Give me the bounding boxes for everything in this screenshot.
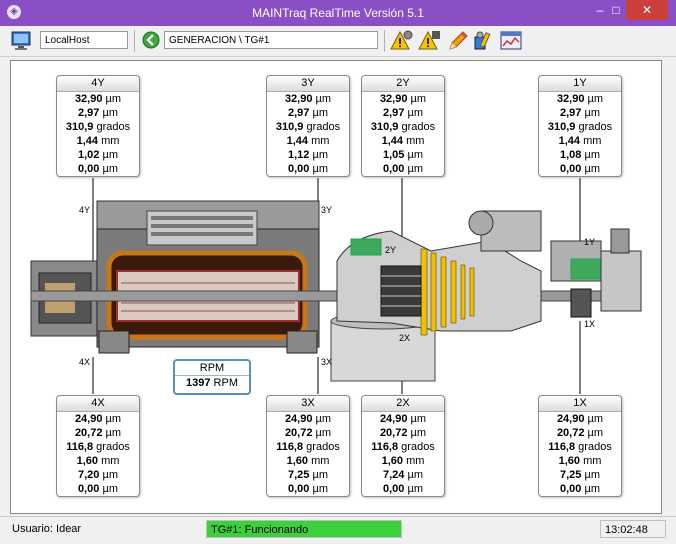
sensor-value-row: 2,97 µm xyxy=(288,107,328,119)
sensor-value-row: 1,44 mm xyxy=(286,135,330,147)
probe-label-1Y: 1Y xyxy=(584,237,596,247)
sensor-value-row: 1,02 µm xyxy=(78,149,118,161)
sensor-value-row: 24,90 µm xyxy=(556,413,604,425)
sensor-value-row: 24,90 µm xyxy=(74,413,122,425)
sensor-value-row: 310,9 grados xyxy=(370,121,436,133)
sensor-value-row: 1,60 mm xyxy=(558,455,602,467)
sensor-value-row: 1,60 mm xyxy=(76,455,120,467)
sensor-title: 4X xyxy=(57,396,139,412)
probe-label-4Y: 4Y xyxy=(79,205,91,215)
sensor-box-2X[interactable]: 2X 24,90 µm 20,72 µm 116,8 grados 1,60 m… xyxy=(361,395,445,497)
sensor-value-row: 116,8 grados xyxy=(276,441,340,453)
sensor-box-4Y[interactable]: 4Y 32,90 µm 2,97 µm 310,9 grados 1,44 mm… xyxy=(56,75,140,177)
warning-config-icon[interactable] xyxy=(418,29,442,53)
sensor-value-row: 116,8 grados xyxy=(548,441,612,453)
sensor-value-row: 20,72 µm xyxy=(284,427,332,439)
sensor-value-row: 310,9 grados xyxy=(547,121,613,133)
sensor-box-4X[interactable]: 4X 24,90 µm 20,72 µm 116,8 grados 1,60 m… xyxy=(56,395,140,497)
sensor-box-2Y[interactable]: 2Y 32,90 µm 2,97 µm 310,9 grados 1,44 mm… xyxy=(361,75,445,177)
sensor-title: 4Y xyxy=(57,76,139,92)
rpm-label: RPM xyxy=(175,361,249,376)
sensor-value-row: 2,97 µm xyxy=(78,107,118,119)
sensor-value-row: 20,72 µm xyxy=(379,427,427,439)
window-title: MAINTraq RealTime Versión 5.1 xyxy=(252,6,424,20)
sensor-value-row: 0,00 µm xyxy=(560,483,600,495)
sensor-value-row: 24,90 µm xyxy=(284,413,332,425)
toolbar-separator xyxy=(134,30,135,52)
sensor-value-row: 7,20 µm xyxy=(78,469,118,481)
machine-panel: 4Y 3Y 2Y 1Y 4X 3X 2X 1X 4Y 32,90 µm 2,97… xyxy=(10,60,662,514)
maximize-button[interactable]: □ xyxy=(604,0,628,20)
chart-window-icon[interactable] xyxy=(500,30,524,52)
sensor-value-row: 1,60 mm xyxy=(381,455,425,467)
sensor-value-row: 24,90 µm xyxy=(379,413,427,425)
sensor-title: 3Y xyxy=(267,76,349,92)
sensor-value-row: 20,72 µm xyxy=(74,427,122,439)
sensor-title: 3X xyxy=(267,396,349,412)
sensor-value-row: 32,90 µm xyxy=(284,93,332,105)
status-machine: TG#1: Funcionando xyxy=(206,520,402,538)
probe-label-2Y: 2Y xyxy=(385,245,397,255)
sensor-title: 1X xyxy=(539,396,621,412)
toolbar-separator xyxy=(384,30,385,52)
sensor-title: 2Y xyxy=(362,76,444,92)
host-field[interactable]: LocalHost xyxy=(40,31,128,49)
close-button[interactable]: ✕ xyxy=(626,0,668,20)
sensor-value-row: 32,90 µm xyxy=(379,93,427,105)
sensor-box-1X[interactable]: 1X 24,90 µm 20,72 µm 116,8 grados 1,60 m… xyxy=(538,395,622,497)
sensor-box-1Y[interactable]: 1Y 32,90 µm 2,97 µm 310,9 grados 1,44 mm… xyxy=(538,75,622,177)
sensor-value-row: 20,72 µm xyxy=(556,427,604,439)
sensor-value-row: 0,00 µm xyxy=(560,163,600,175)
sensor-value-row: 7,25 µm xyxy=(288,469,328,481)
sensor-value-row: 32,90 µm xyxy=(556,93,604,105)
status-user: Usuario: Idear xyxy=(12,523,82,535)
computer-icon[interactable] xyxy=(10,29,34,53)
sensor-value-row: 0,00 µm xyxy=(288,163,328,175)
probe-label-3Y: 3Y xyxy=(321,205,333,215)
rpm-box[interactable]: RPM 1397 RPM xyxy=(173,359,251,395)
rpm-value: 1397 RPM xyxy=(186,377,238,389)
path-field[interactable]: GENERACION \ TG#1 xyxy=(164,31,378,49)
status-bar: Usuario: Idear TG#1: Funcionando 13:02:4… xyxy=(0,516,676,544)
probe-label-1X: 1X xyxy=(584,319,596,329)
sensor-value-row: 7,25 µm xyxy=(560,469,600,481)
sensor-value-row: 1,05 µm xyxy=(383,149,423,161)
sensor-value-row: 7,24 µm xyxy=(383,469,423,481)
toolbar: LocalHost GENERACION \ TG#1 xyxy=(0,26,676,57)
sensor-value-row: 2,97 µm xyxy=(383,107,423,119)
title-bar: ◈ MAINTraq RealTime Versión 5.1 – □ ✕ xyxy=(0,0,676,26)
status-time: 13:02:48 xyxy=(600,520,666,538)
sensor-value-row: 1,44 mm xyxy=(381,135,425,147)
probe-label-2X: 2X xyxy=(399,333,411,343)
sensor-value-row: 310,9 grados xyxy=(65,121,131,133)
sensor-box-3Y[interactable]: 3Y 32,90 µm 2,97 µm 310,9 grados 1,44 mm… xyxy=(266,75,350,177)
sensor-value-row: 310,9 grados xyxy=(275,121,341,133)
sensor-value-row: 1,08 µm xyxy=(560,149,600,161)
sensor-value-row: 0,00 µm xyxy=(78,483,118,495)
pencil-icon[interactable] xyxy=(446,29,470,53)
sensor-value-row: 32,90 µm xyxy=(74,93,122,105)
sensor-value-row: 0,00 µm xyxy=(78,163,118,175)
sensor-title: 1Y xyxy=(539,76,621,92)
tools-icon[interactable] xyxy=(472,29,496,53)
warning-settings-icon[interactable] xyxy=(390,29,414,53)
sensor-box-3X[interactable]: 3X 24,90 µm 20,72 µm 116,8 grados 1,60 m… xyxy=(266,395,350,497)
sensor-value-row: 116,8 grados xyxy=(371,441,435,453)
back-arrow-icon[interactable] xyxy=(142,31,160,49)
sensor-title: 2X xyxy=(362,396,444,412)
sensor-value-row: 0,00 µm xyxy=(288,483,328,495)
sensor-value-row: 2,97 µm xyxy=(560,107,600,119)
sensor-value-row: 1,60 mm xyxy=(286,455,330,467)
sensor-value-row: 1,12 µm xyxy=(288,149,328,161)
sensor-value-row: 0,00 µm xyxy=(383,163,423,175)
sensor-value-row: 1,44 mm xyxy=(558,135,602,147)
sensor-value-row: 0,00 µm xyxy=(383,483,423,495)
sensor-value-row: 116,8 grados xyxy=(66,441,130,453)
probe-label-4X: 4X xyxy=(79,357,91,367)
probe-label-3X: 3X xyxy=(321,357,333,367)
sensor-value-row: 1,44 mm xyxy=(76,135,120,147)
